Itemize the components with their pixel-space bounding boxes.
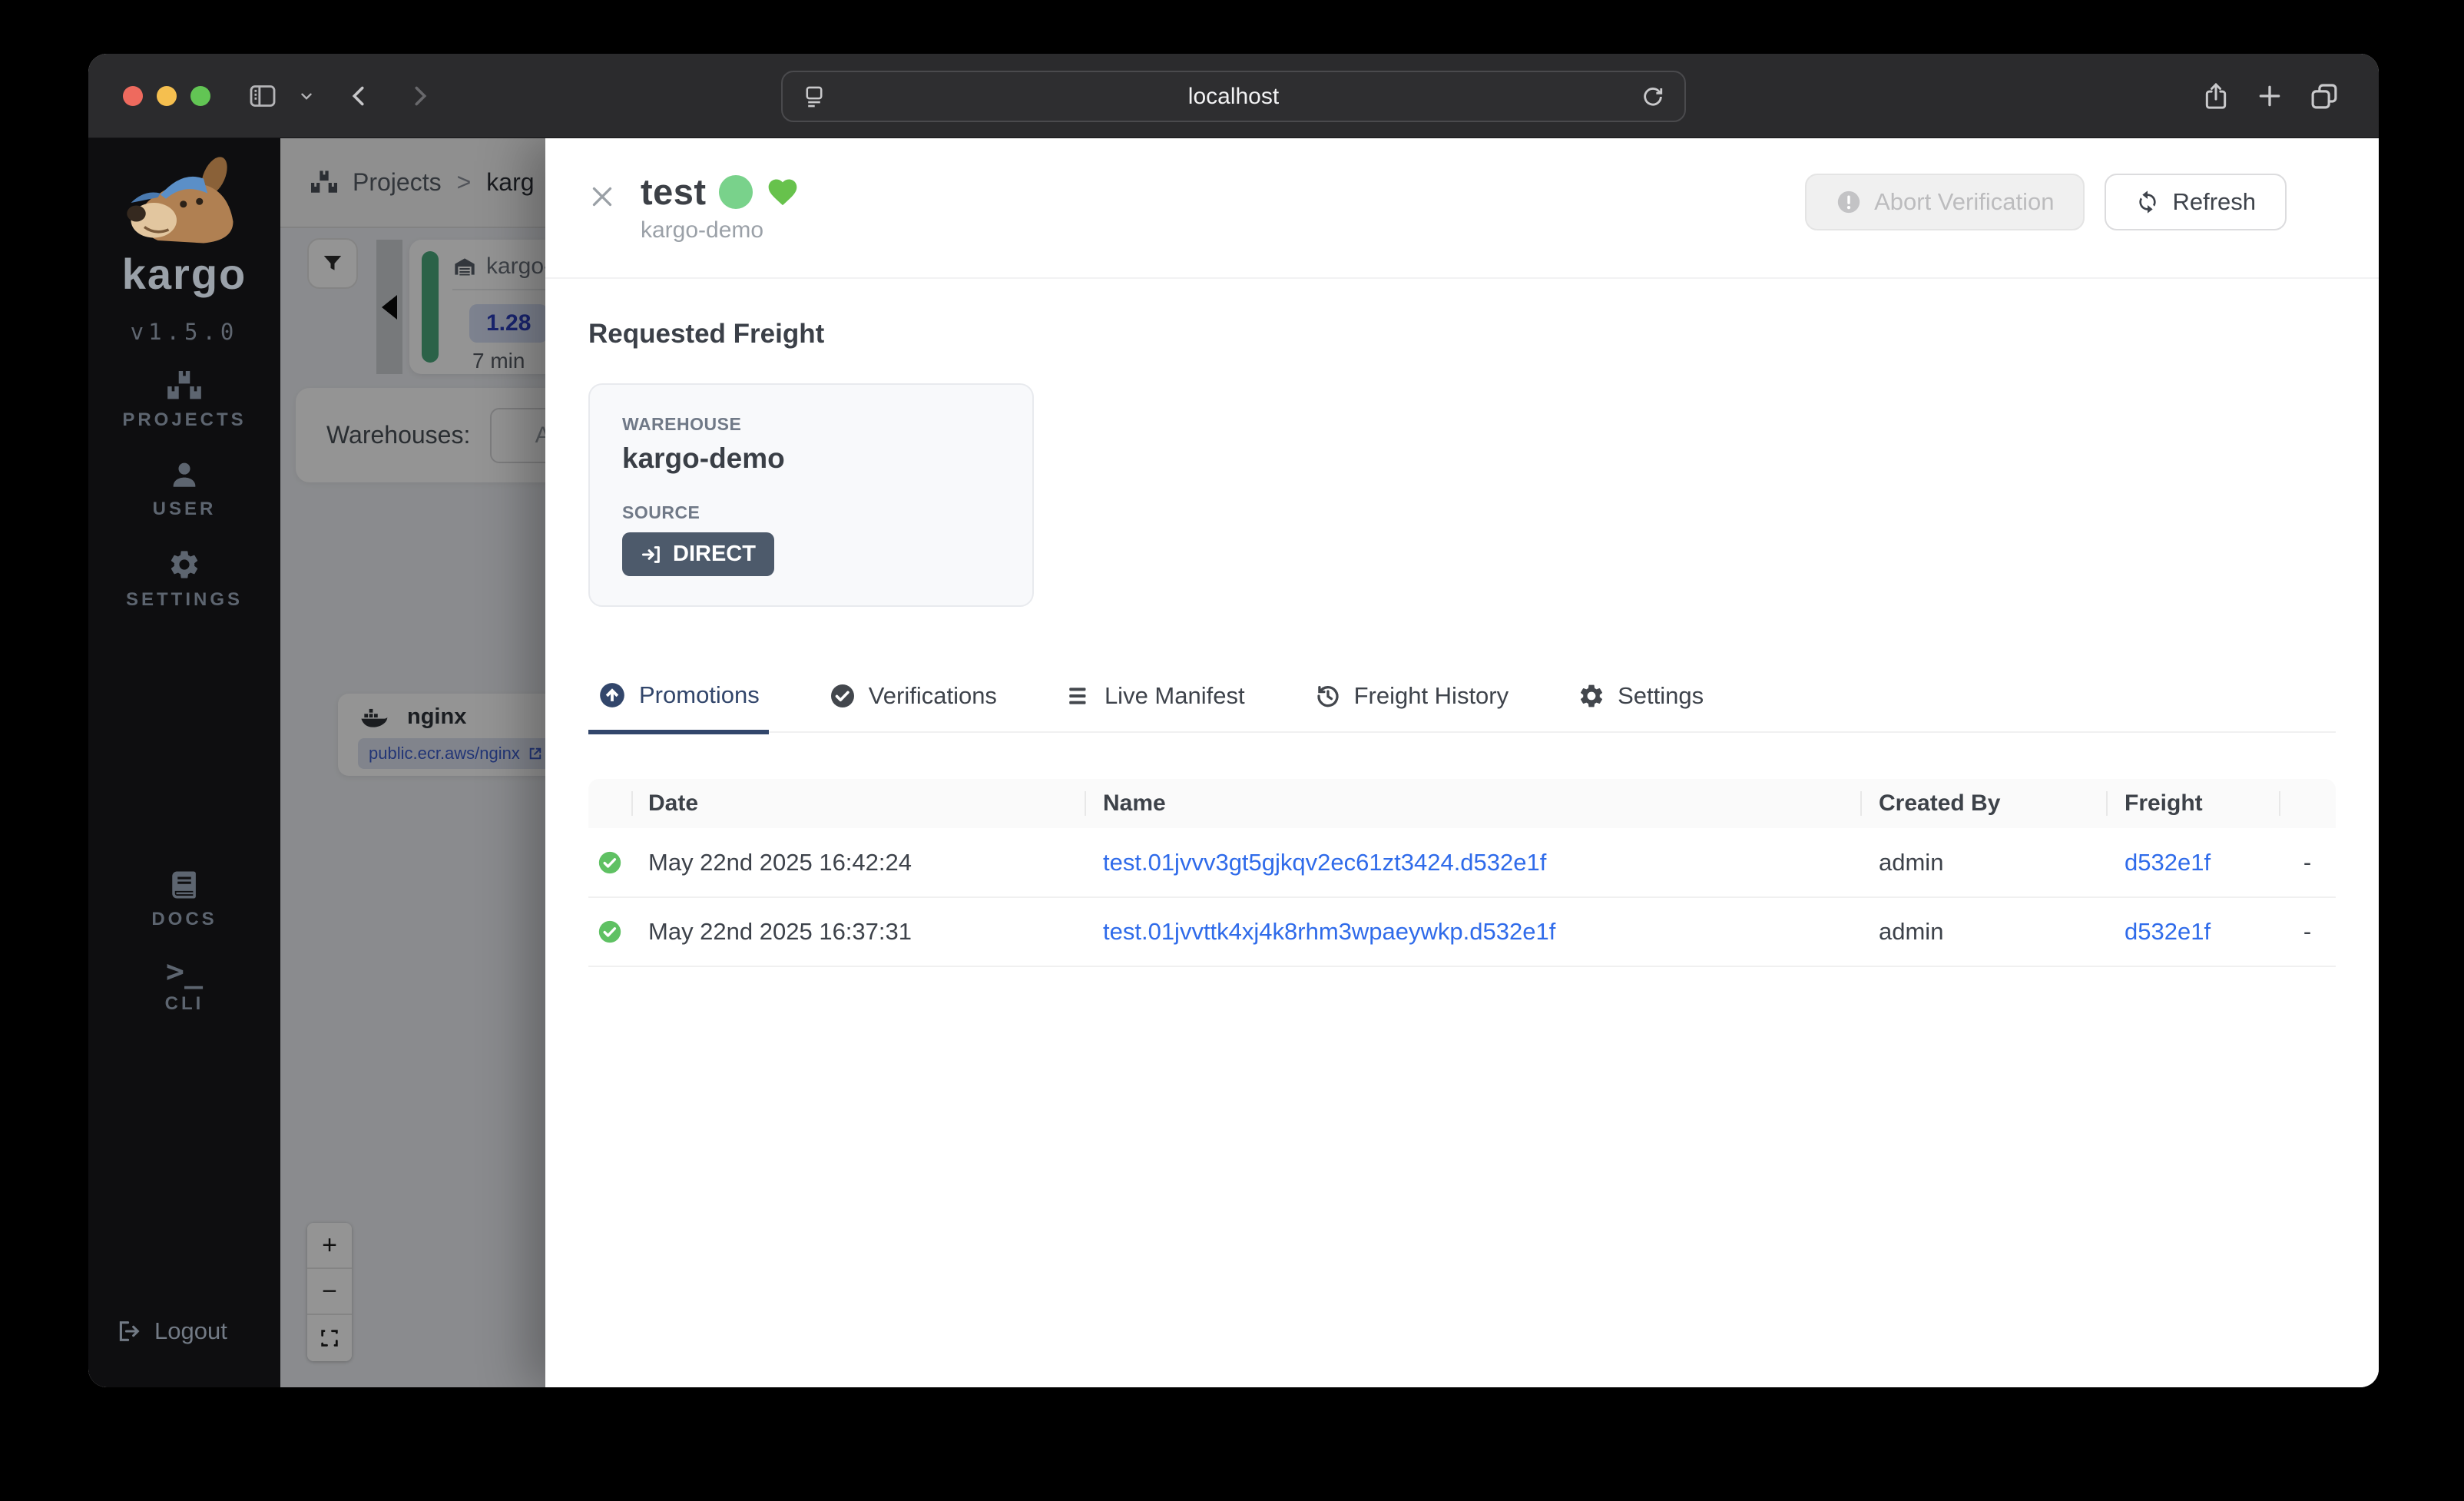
col-freight: Freight: [2106, 779, 2279, 828]
promotion-created-by: admin: [1860, 897, 2106, 966]
tab-verifications[interactable]: Verifications: [820, 681, 1006, 731]
reload-icon[interactable]: [1640, 84, 1666, 110]
sidebar-toggle-icon[interactable]: [247, 81, 278, 111]
stage-title: test: [641, 171, 707, 213]
url-text[interactable]: localhost: [827, 84, 1640, 110]
gear-icon: [1578, 682, 1605, 710]
tab-settings[interactable]: Settings: [1568, 681, 1713, 731]
minimize-window-button[interactable]: [157, 86, 177, 106]
browser-titlebar: localhost: [88, 54, 2379, 138]
terminal-icon: >_: [166, 958, 203, 986]
close-icon[interactable]: [588, 183, 616, 210]
browser-window: localhost: [88, 54, 2379, 1387]
back-icon[interactable]: [346, 82, 373, 110]
app-version: v1.5.0: [131, 319, 239, 345]
promotion-name-link[interactable]: test.01jvvv3gt5gjkqv2ec61zt3424.d532e1f: [1103, 849, 1546, 876]
check-circle-icon: [829, 682, 856, 710]
promotion-success-icon: [588, 919, 631, 945]
sidebar-item-cli[interactable]: >_ CLI: [165, 958, 204, 1015]
source-label: SOURCE: [622, 502, 1000, 523]
app-sidebar: kargo v1.5.0 PROJECTS: [88, 138, 280, 1387]
projects-icon: [167, 371, 201, 402]
requested-freight-heading: Requested Freight: [588, 319, 2336, 350]
refresh-button[interactable]: Refresh: [2105, 174, 2287, 230]
col-name: Name: [1085, 779, 1860, 828]
warehouse-value: kargo-demo: [622, 442, 1000, 475]
direct-login-icon: [641, 544, 662, 565]
freight-link[interactable]: d532e1f: [2125, 849, 2211, 876]
stage-details-drawer: test kargo-demo: [545, 138, 2379, 1387]
col-created-by: Created By: [1860, 779, 2106, 828]
promotion-success-icon: [588, 850, 631, 876]
page-format-icon[interactable]: [801, 84, 827, 110]
table-row[interactable]: May 22nd 2025 16:37:31 test.01jvvttk4xj4…: [588, 897, 2336, 966]
source-direct-badge: DIRECT: [622, 532, 774, 576]
history-clock-icon: [1314, 682, 1342, 710]
promotion-created-by: admin: [1860, 828, 2106, 897]
address-bar[interactable]: localhost: [781, 71, 1686, 122]
abort-verification-button[interactable]: Abort Verification: [1805, 174, 2085, 230]
close-window-button[interactable]: [123, 86, 143, 106]
drawer-tabs: Promotions Verifications L: [588, 681, 2336, 733]
table-row[interactable]: May 22nd 2025 16:42:24 test.01jvvv3gt5gj…: [588, 828, 2336, 897]
table-header-row: Date Name Created By Freight: [588, 779, 2336, 828]
stage-color-dot-icon: [719, 175, 753, 209]
exclamation-circle-icon: [1836, 189, 1862, 215]
docs-icon: [168, 869, 200, 901]
kargo-logo-icon: [118, 157, 252, 249]
promotion-extra: -: [2279, 897, 2336, 966]
tab-overview-icon[interactable]: [2308, 80, 2340, 112]
promotion-date: May 22nd 2025 16:42:24: [631, 828, 1085, 897]
tab-freight-history[interactable]: Freight History: [1305, 681, 1518, 731]
sidebar-item-projects[interactable]: PROJECTS: [122, 371, 246, 431]
freight-link[interactable]: d532e1f: [2125, 918, 2211, 945]
logout-icon: [116, 1318, 142, 1344]
kargo-wordmark: kargo: [122, 249, 247, 299]
healthy-heart-icon: [765, 175, 800, 209]
arrow-up-circle-icon: [598, 681, 627, 710]
col-date: Date: [631, 779, 1085, 828]
zoom-window-button[interactable]: [190, 86, 210, 106]
sync-icon: [2135, 190, 2160, 214]
sidebar-item-docs[interactable]: DOCS: [151, 869, 217, 930]
promotion-extra: -: [2279, 828, 2336, 897]
stage-project-subtitle: kargo-demo: [641, 217, 800, 244]
warehouse-label: WAREHOUSE: [622, 414, 1000, 435]
sidebar-item-user[interactable]: USER: [153, 459, 217, 520]
tab-live-manifest[interactable]: Live Manifest: [1057, 681, 1254, 731]
promotions-table: Date Name Created By Freight: [588, 779, 2336, 967]
list-icon: [1066, 683, 1092, 709]
new-tab-icon[interactable]: [2254, 81, 2285, 111]
traffic-lights: [123, 86, 210, 106]
chevron-down-icon[interactable]: [298, 88, 315, 104]
user-icon: [168, 459, 200, 491]
forward-icon[interactable]: [406, 82, 433, 110]
promotion-date: May 22nd 2025 16:37:31: [631, 897, 1085, 966]
promotion-name-link[interactable]: test.01jvvttk4xj4k8rhm3wpaeywkp.d532e1f: [1103, 918, 1555, 945]
tab-promotions[interactable]: Promotions: [588, 681, 769, 734]
sidebar-item-settings[interactable]: SETTINGS: [126, 548, 243, 611]
logout-button[interactable]: Logout: [116, 1317, 227, 1345]
share-icon[interactable]: [2201, 81, 2231, 111]
freight-request-card: WAREHOUSE kargo-demo SOURCE DIRECT: [588, 383, 1034, 607]
gear-icon: [167, 548, 201, 582]
